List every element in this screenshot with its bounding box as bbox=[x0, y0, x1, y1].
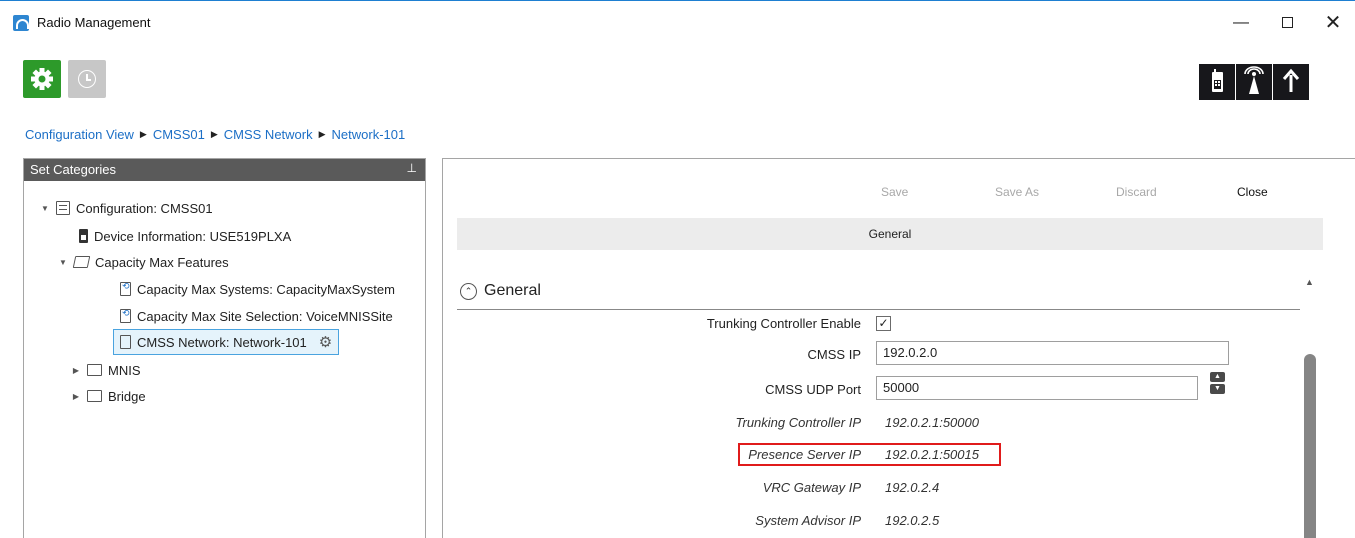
save-as-button[interactable]: Save As bbox=[995, 185, 1039, 199]
maximize-button[interactable] bbox=[1264, 7, 1310, 39]
divider bbox=[457, 309, 1300, 310]
tree-item-label: Bridge bbox=[108, 388, 146, 404]
radio-device-button[interactable] bbox=[1199, 64, 1235, 100]
upload-button[interactable] bbox=[1273, 64, 1309, 100]
group-title: General bbox=[484, 282, 541, 299]
tree-item-capacity-max-features[interactable]: ▼ Capacity Max Features bbox=[58, 250, 229, 274]
pane-header: Set Categories ⊥ bbox=[24, 159, 425, 181]
cmss-udp-port-input[interactable]: 50000 bbox=[876, 376, 1198, 400]
breadcrumb: Configuration View ▶ CMSS01 ▶ CMSS Netwo… bbox=[25, 127, 405, 142]
upload-icon bbox=[1282, 68, 1300, 92]
document-icon bbox=[120, 335, 131, 349]
trunking-enable-label: Trunking Controller Enable bbox=[706, 316, 861, 331]
save-button[interactable]: Save bbox=[881, 185, 908, 199]
tree-item-configuration[interactable]: ▼ Configuration: CMSS01 bbox=[40, 196, 213, 220]
tree-item-capacity-max-site-selection[interactable]: Capacity Max Site Selection: VoiceMNISSi… bbox=[120, 304, 393, 328]
presence-server-ip-label: Presence Server IP bbox=[748, 447, 861, 462]
expand-caret-icon[interactable]: ▶ bbox=[71, 366, 81, 375]
maximize-icon bbox=[1281, 17, 1293, 28]
trunking-controller-ip-value: 192.0.2.1:50000 bbox=[885, 415, 979, 430]
breadcrumb-separator: ▶ bbox=[210, 129, 218, 139]
breadcrumb-item-cmss-network[interactable]: CMSS Network bbox=[224, 127, 313, 142]
tree-item-label: CMSS Network: Network-101 bbox=[137, 334, 307, 350]
collapse-chevron-icon[interactable]: ⌃ bbox=[460, 283, 477, 300]
cmss-udp-port-label: CMSS UDP Port bbox=[765, 382, 861, 397]
minimize-button[interactable]: — bbox=[1218, 7, 1264, 39]
section-tab-general[interactable]: General bbox=[457, 218, 1323, 250]
folder-icon bbox=[87, 390, 102, 402]
tower-signal-icon bbox=[1244, 66, 1264, 94]
title-bar: Radio Management — ✕ bbox=[0, 0, 1355, 44]
linked-document-icon bbox=[120, 308, 131, 323]
gear-icon bbox=[31, 68, 53, 90]
system-advisor-ip-value: 192.0.2.5 bbox=[885, 513, 940, 528]
scrollbar-thumb[interactable] bbox=[1304, 354, 1316, 538]
tree-item-cmss-network[interactable]: CMSS Network: Network-101 ⚙ bbox=[113, 329, 340, 355]
scroll-up-icon[interactable]: ▲ bbox=[1305, 277, 1314, 287]
tree-item-capacity-max-systems[interactable]: Capacity Max Systems: CapacityMaxSystem bbox=[120, 277, 395, 301]
tower-button[interactable] bbox=[1236, 64, 1272, 100]
tree-item-mnis[interactable]: ▶ MNIS bbox=[71, 358, 141, 382]
tree-item-device-information[interactable]: Device Information: USE519PLXA bbox=[79, 224, 291, 248]
close-button[interactable]: Close bbox=[1237, 185, 1268, 199]
vrc-gateway-ip-label: VRC Gateway IP bbox=[762, 480, 861, 495]
configuration-icon bbox=[56, 201, 70, 215]
tree-item-bridge[interactable]: ▶ Bridge bbox=[71, 384, 146, 408]
settings-pane: Save Save As Discard Close General ⌃ Gen… bbox=[442, 158, 1355, 538]
cmss-ip-input[interactable]: 192.0.2.0 bbox=[876, 341, 1229, 365]
tree-item-label: Capacity Max Site Selection: VoiceMNISSi… bbox=[137, 308, 393, 324]
expand-caret-icon[interactable]: ▼ bbox=[58, 258, 68, 267]
breadcrumb-separator: ▶ bbox=[318, 129, 326, 139]
window-title: Radio Management bbox=[37, 15, 151, 30]
trunking-enable-checkbox[interactable]: ✓ bbox=[876, 316, 891, 331]
breadcrumb-item-network-101[interactable]: Network-101 bbox=[332, 127, 406, 142]
tree-item-label: Device Information: USE519PLXA bbox=[94, 228, 292, 244]
port-stepper[interactable]: ▲ ▼ bbox=[1210, 372, 1225, 394]
clock-icon bbox=[78, 70, 96, 88]
radio-device-icon bbox=[1212, 69, 1223, 92]
close-window-button[interactable]: ✕ bbox=[1310, 7, 1355, 39]
system-advisor-ip-label: System Advisor IP bbox=[755, 513, 861, 528]
breadcrumb-item-configuration-view[interactable]: Configuration View bbox=[25, 127, 134, 142]
stepper-up-icon[interactable]: ▲ bbox=[1210, 372, 1225, 382]
presence-server-ip-value: 192.0.2.1:50015 bbox=[885, 447, 979, 462]
folder-icon bbox=[87, 364, 102, 376]
folder-open-icon bbox=[72, 256, 91, 268]
tree-item-label: Capacity Max Features bbox=[95, 254, 229, 270]
breadcrumb-item-cmss01[interactable]: CMSS01 bbox=[153, 127, 205, 142]
stepper-down-icon[interactable]: ▼ bbox=[1210, 384, 1225, 394]
set-categories-pane: Set Categories ⊥ ▼ Configuration: CMSS01… bbox=[23, 158, 426, 538]
tree-item-label: Capacity Max Systems: CapacityMaxSystem bbox=[137, 281, 395, 297]
expand-caret-icon[interactable]: ▼ bbox=[40, 204, 50, 213]
settings-button[interactable] bbox=[23, 60, 61, 98]
tree-item-label: MNIS bbox=[108, 362, 141, 378]
pane-title: Set Categories bbox=[30, 162, 116, 177]
device-icon bbox=[79, 229, 88, 243]
history-button[interactable] bbox=[68, 60, 106, 98]
expand-caret-icon[interactable]: ▶ bbox=[71, 392, 81, 401]
vrc-gateway-ip-value: 192.0.2.4 bbox=[885, 480, 940, 495]
breadcrumb-separator: ▶ bbox=[139, 129, 147, 139]
app-logo-icon bbox=[13, 15, 29, 31]
pin-icon[interactable]: ⊥ bbox=[407, 161, 417, 175]
cmss-ip-label: CMSS IP bbox=[807, 347, 861, 362]
linked-document-icon bbox=[120, 281, 131, 296]
trunking-controller-ip-label: Trunking Controller IP bbox=[735, 415, 861, 430]
tree-item-label: Configuration: CMSS01 bbox=[76, 200, 213, 216]
gear-icon[interactable]: ⚙ bbox=[319, 333, 332, 351]
discard-button[interactable]: Discard bbox=[1116, 185, 1157, 199]
